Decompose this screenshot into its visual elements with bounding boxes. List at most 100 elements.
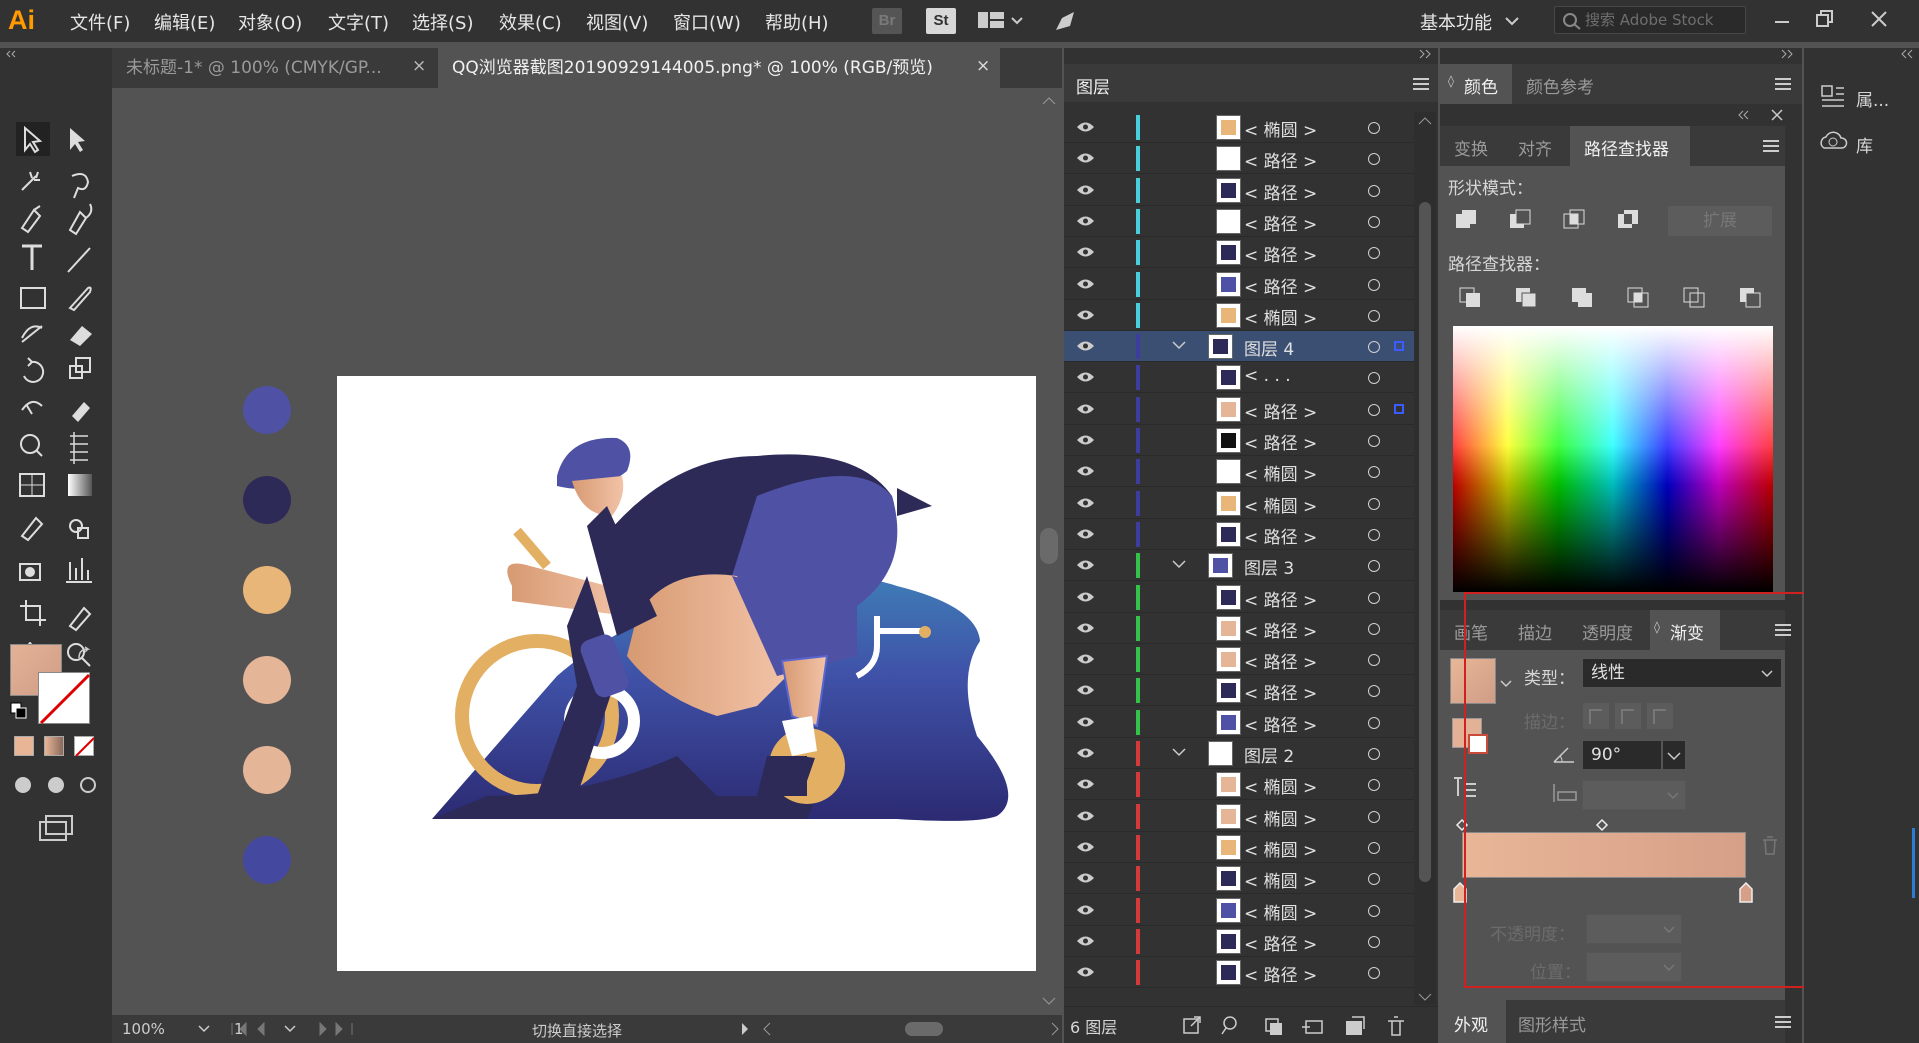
menu-help[interactable]: 帮助(H)	[765, 9, 829, 35]
eye-icon[interactable]	[1076, 340, 1095, 352]
layer-row[interactable]: < 椭圆 >	[1064, 300, 1416, 331]
tool-icons[interactable]	[0, 80, 112, 880]
target-icon[interactable]	[1368, 528, 1380, 541]
tab-color-guide[interactable]: 颜色参考	[1526, 73, 1594, 98]
eye-icon[interactable]	[1076, 684, 1095, 696]
layer-row[interactable]: < 路径 >	[1064, 175, 1416, 206]
target-icon[interactable]	[1368, 967, 1380, 980]
vertical-scrollbar[interactable]	[1036, 88, 1062, 1015]
chevron-down-icon[interactable]	[1505, 16, 1519, 26]
target-icon[interactable]	[1368, 622, 1380, 635]
tab-graphic-styles[interactable]: 图形样式	[1518, 1011, 1586, 1036]
eye-icon[interactable]	[1076, 653, 1095, 665]
eye-icon[interactable]	[1076, 121, 1095, 133]
chevron-down-icon[interactable]	[1172, 748, 1186, 758]
zoom-level[interactable]: 100%	[122, 1020, 165, 1038]
eye-icon[interactable]	[1076, 403, 1095, 415]
artboard[interactable]	[337, 376, 1036, 971]
eye-icon[interactable]	[1076, 904, 1095, 916]
eye-icon[interactable]	[1076, 747, 1095, 759]
close-icon[interactable]	[1868, 8, 1890, 30]
eye-icon[interactable]	[1076, 215, 1095, 227]
properties-panel-button[interactable]: 属...	[1856, 86, 1889, 111]
target-icon[interactable]	[1368, 215, 1380, 228]
menu-edit[interactable]: 编辑(E)	[154, 9, 215, 35]
chevron-down-icon[interactable]	[1172, 560, 1186, 570]
target-icon[interactable]	[1368, 685, 1380, 698]
layers-footer-icons[interactable]	[1182, 1013, 1412, 1039]
target-icon[interactable]	[1368, 654, 1380, 667]
layer-row[interactable]: < 路径 >	[1064, 425, 1416, 456]
panel-toggle-icon[interactable]: ◊	[1448, 74, 1454, 88]
target-icon[interactable]	[1368, 153, 1380, 166]
expand-chevrons-icon[interactable]	[1896, 48, 1916, 60]
eye-icon[interactable]	[1076, 872, 1095, 884]
target-icon[interactable]	[1368, 341, 1380, 354]
color-spectrum[interactable]	[1453, 326, 1773, 592]
layer-row[interactable]: < . . .	[1064, 362, 1416, 394]
eye-icon[interactable]	[1076, 246, 1095, 258]
tab-close-icon[interactable]: ×	[976, 56, 990, 76]
expand-chevrons-icon[interactable]	[1416, 48, 1436, 60]
eye-icon[interactable]	[1076, 778, 1095, 790]
target-icon[interactable]	[1368, 372, 1380, 385]
screen-mode-icon[interactable]	[38, 814, 74, 842]
color-swatch-circle[interactable]	[243, 656, 291, 704]
layer-row[interactable]: < 椭圆 >	[1064, 863, 1416, 895]
gpu-performance-icon[interactable]	[1052, 8, 1078, 34]
menu-window[interactable]: 窗口(W)	[673, 9, 741, 35]
target-icon[interactable]	[1368, 466, 1380, 479]
libraries-panel-button[interactable]: 库	[1856, 132, 1873, 157]
artboard-nav-next-icon[interactable]	[316, 1021, 356, 1037]
eye-icon[interactable]	[1076, 465, 1095, 477]
eye-icon[interactable]	[1076, 309, 1095, 321]
swap-colors-icon[interactable]	[76, 646, 94, 664]
layer-row[interactable]: < 路径 >	[1064, 237, 1416, 269]
layer-row[interactable]: 图层 4	[1064, 331, 1416, 363]
eye-icon[interactable]	[1076, 528, 1095, 540]
layer-row[interactable]: < 路径 >	[1064, 269, 1416, 300]
color-swatch-circle[interactable]	[243, 746, 291, 794]
layer-row[interactable]: < 椭圆 >	[1064, 112, 1416, 143]
color-mode-button[interactable]	[14, 736, 34, 756]
menu-effect[interactable]: 效果(C)	[499, 9, 562, 35]
horizontal-scrollbar[interactable]	[740, 1021, 1062, 1037]
target-icon[interactable]	[1368, 278, 1380, 291]
eye-icon[interactable]	[1076, 184, 1095, 196]
target-icon[interactable]	[1368, 247, 1380, 260]
panel-collapse-close-icons[interactable]	[1734, 106, 1794, 124]
search-input[interactable]: 搜索 Adobe Stock	[1554, 6, 1746, 34]
layer-row[interactable]: < 路径 >	[1064, 206, 1416, 237]
properties-icon[interactable]	[1820, 84, 1846, 110]
bridge-button[interactable]: Br	[872, 8, 902, 34]
target-icon[interactable]	[1368, 122, 1380, 134]
target-icon[interactable]	[1368, 560, 1380, 573]
workspace-switcher[interactable]: 基本功能	[1420, 9, 1492, 35]
layer-row[interactable]: < 路径 >	[1064, 394, 1416, 425]
eye-icon[interactable]	[1076, 371, 1095, 383]
tab-color[interactable]: 颜色	[1464, 73, 1498, 98]
eye-icon[interactable]	[1076, 841, 1095, 853]
target-icon[interactable]	[1368, 779, 1380, 792]
target-icon[interactable]	[1368, 184, 1380, 197]
minimize-icon[interactable]	[1772, 12, 1792, 32]
eye-icon[interactable]	[1076, 559, 1095, 571]
none-mode-button[interactable]	[74, 736, 95, 757]
collapse-chevrons-icon[interactable]	[6, 48, 106, 60]
layer-row[interactable]: < 路径 >	[1064, 926, 1416, 957]
target-icon[interactable]	[1368, 873, 1380, 886]
target-icon[interactable]	[1368, 497, 1380, 510]
target-icon[interactable]	[1368, 716, 1380, 729]
chevron-down-icon[interactable]	[284, 1025, 296, 1033]
artboard-number[interactable]: 1	[234, 1020, 244, 1038]
layer-row[interactable]: < 路径 >	[1064, 957, 1416, 989]
tab-transform[interactable]: 变换	[1454, 135, 1488, 160]
layer-row[interactable]: < 路径 >	[1064, 613, 1416, 644]
panel-menu-icon[interactable]	[1774, 1015, 1792, 1029]
collapse-chevrons-icon[interactable]	[1778, 48, 1798, 60]
layer-row[interactable]: < 椭圆 >	[1064, 801, 1416, 832]
default-colors-icon[interactable]	[10, 702, 28, 720]
color-swatch-circle[interactable]	[243, 566, 291, 614]
shape-mode-buttons[interactable]	[1454, 208, 1654, 234]
draw-mode-icons[interactable]	[12, 774, 102, 796]
